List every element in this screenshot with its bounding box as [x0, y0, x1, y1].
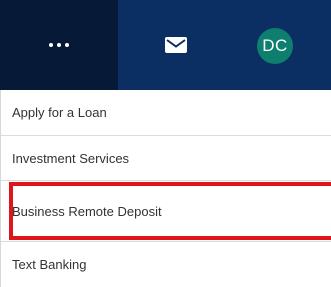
mail-icon — [165, 37, 187, 53]
menu-item-business-remote-deposit[interactable]: Business Remote Deposit — [1, 181, 331, 242]
menu-item-text-banking[interactable]: Text Banking — [1, 242, 331, 287]
menu-item-label: Business Remote Deposit — [12, 203, 162, 219]
more-dropdown-menu: Apply for a Loan Investment Services Bus… — [0, 90, 331, 287]
top-navigation-bar: DC — [0, 0, 331, 90]
menu-item-investment-services[interactable]: Investment Services — [1, 136, 331, 181]
menu-item-label: Investment Services — [12, 150, 130, 166]
more-dots-icon — [49, 43, 69, 47]
menu-item-label: Apply for a Loan — [12, 105, 107, 120]
more-menu-button[interactable] — [0, 0, 118, 90]
profile-button[interactable]: DC — [234, 0, 331, 90]
menu-item-label: Text Banking — [12, 257, 87, 272]
avatar: DC — [257, 28, 293, 64]
menu-item-apply-for-loan[interactable]: Apply for a Loan — [1, 90, 331, 136]
app-frame: DC Apply for a Loan Investment Services … — [0, 0, 331, 287]
messages-button[interactable] — [118, 0, 234, 90]
